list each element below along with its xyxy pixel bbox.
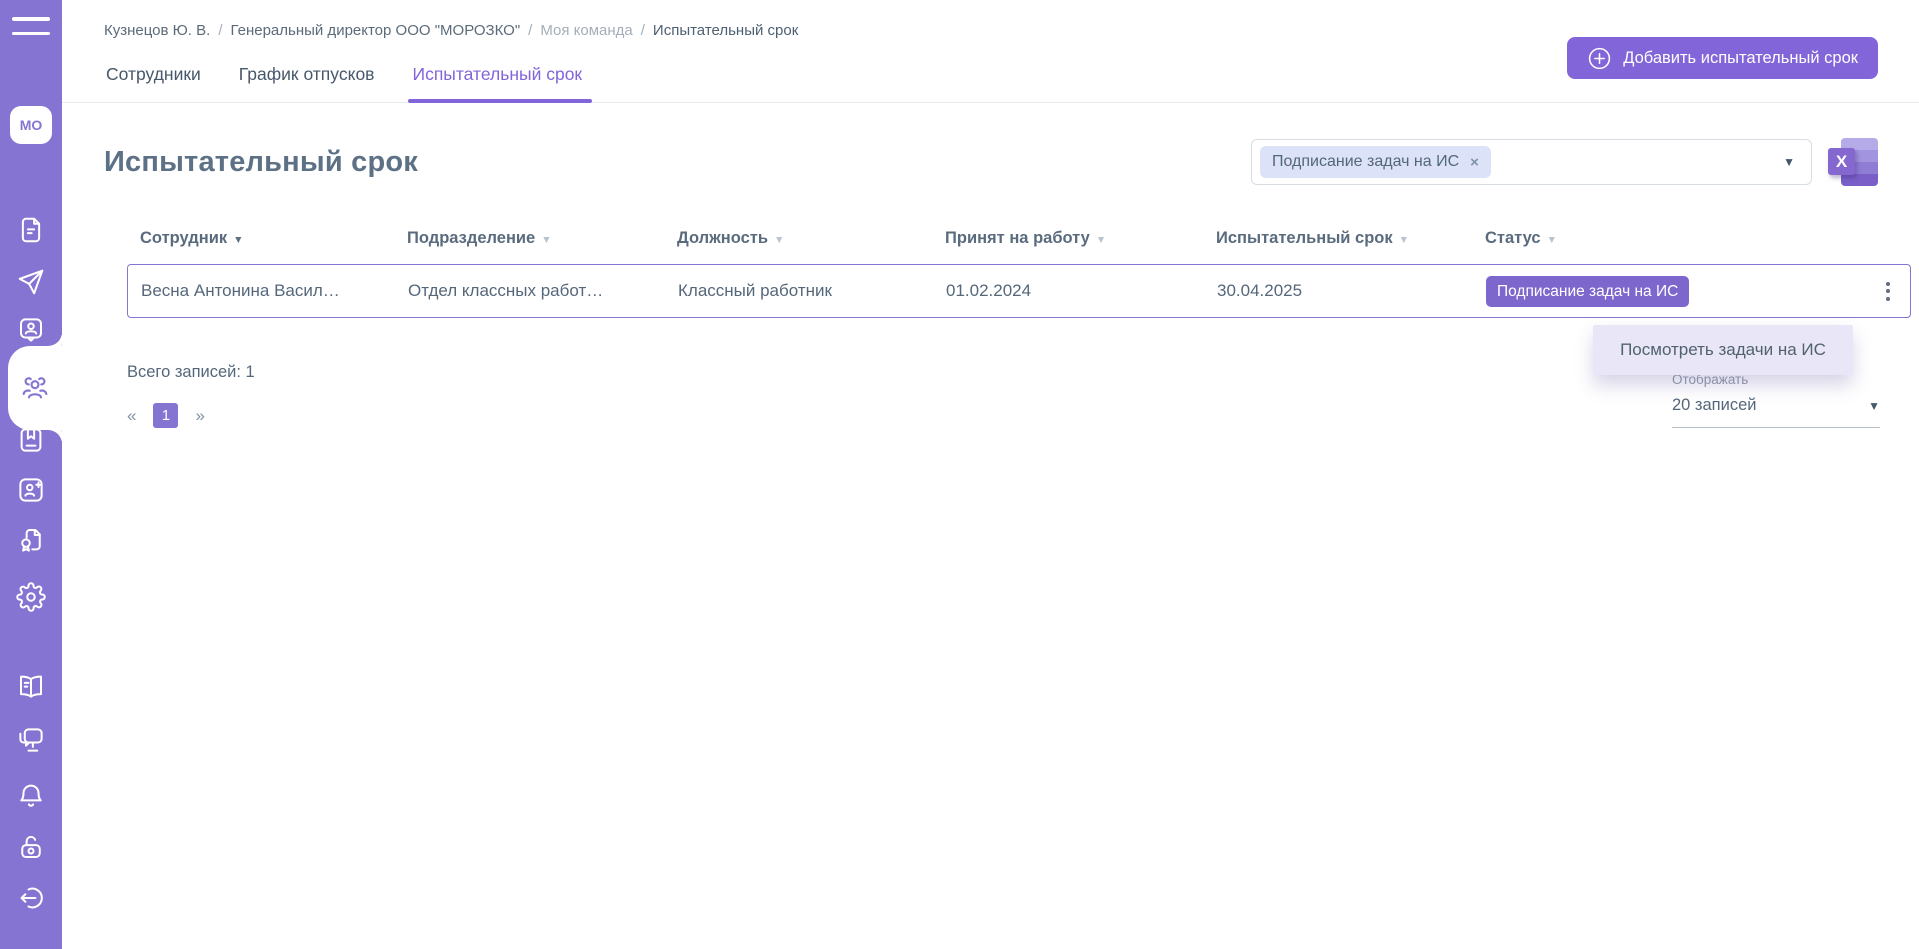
- cell-employee: Весна Антонина Васил…: [141, 281, 340, 300]
- avatar[interactable]: МО: [10, 106, 52, 144]
- sidebar-item-documents[interactable]: [16, 215, 46, 245]
- sidebar: МО: [0, 0, 62, 949]
- main-content: Кузнецов Ю. В. / Генеральный директор ОО…: [62, 0, 1919, 949]
- team-icon: [22, 377, 48, 399]
- page-size-select[interactable]: Отображать 20 записей ▼: [1672, 372, 1880, 428]
- filter-chip[interactable]: Подписание задач на ИС ×: [1260, 146, 1491, 178]
- row-context-menu: Посмотреть задачи на ИС: [1593, 325, 1853, 375]
- tab-employees[interactable]: Сотрудники: [104, 60, 203, 102]
- breadcrumb: Кузнецов Ю. В. / Генеральный директор ОО…: [104, 22, 799, 39]
- plus-circle-icon: [1589, 47, 1611, 69]
- pagination: « 1 »: [127, 403, 1919, 428]
- prev-page-button[interactable]: «: [127, 406, 136, 426]
- sidebar-item-add-user[interactable]: [16, 475, 46, 505]
- cell-position: Классный работник: [678, 281, 832, 300]
- column-header-department[interactable]: Подразделение ▼: [407, 229, 677, 248]
- probation-table: Сотрудник ▼ Подразделение ▼ Должность ▼ При…: [127, 212, 1911, 318]
- cell-hired-date: 01.02.2024: [946, 281, 1032, 300]
- sidebar-item-logout[interactable]: [16, 883, 46, 913]
- row-actions-button[interactable]: [1866, 276, 1910, 307]
- app-root: МО Кузнецов Ю. В. / Генеральный директор…: [0, 0, 1919, 949]
- add-user-icon: [19, 478, 43, 502]
- add-probation-button[interactable]: Добавить испытательный срок: [1567, 37, 1878, 79]
- cell-department: Отдел классных работ…: [408, 281, 604, 300]
- tab-vacation-schedule[interactable]: График отпусков: [237, 60, 377, 102]
- column-header-hired[interactable]: Принят на работу ▼: [945, 229, 1216, 248]
- sort-icon: ▼: [774, 233, 785, 246]
- status-filter-select[interactable]: Подписание задач на ИС × ▼: [1251, 139, 1812, 185]
- filter-chip-label: Подписание задач на ИС: [1272, 153, 1460, 170]
- header-controls: Подписание задач на ИС × ▼ X: [1251, 136, 1880, 188]
- column-header-position[interactable]: Должность ▼: [677, 229, 945, 248]
- excel-export-button[interactable]: X: [1828, 136, 1880, 188]
- sort-icon: ▼: [1095, 233, 1107, 246]
- breadcrumb-role[interactable]: Генеральный директор ООО "МОРОЗКО": [230, 22, 520, 39]
- page-header: Испытательный срок Подписание задач на И…: [62, 136, 1919, 188]
- sidebar-item-security[interactable]: [16, 832, 46, 862]
- community-icon: [19, 728, 43, 752]
- excel-x-icon: X: [1828, 148, 1855, 175]
- bell-icon: [20, 784, 42, 807]
- sidebar-item-notifications[interactable]: [16, 780, 46, 810]
- chevron-down-icon: ▼: [1783, 155, 1795, 169]
- menu-icon[interactable]: [12, 17, 50, 46]
- breadcrumb-my-team[interactable]: Моя команда: [540, 22, 632, 39]
- page-title: Испытательный срок: [104, 145, 419, 178]
- document-icon: [21, 217, 41, 243]
- tab-probation[interactable]: Испытательный срок: [408, 60, 592, 103]
- table-row[interactable]: Весна Антонина Васил… Отдел классных раб…: [127, 264, 1911, 318]
- sidebar-item-community[interactable]: [16, 725, 46, 755]
- book-bookmark-icon: [20, 428, 42, 452]
- sort-icon: ▼: [233, 233, 244, 246]
- column-header-employee[interactable]: Сотрудник ▼: [140, 229, 407, 248]
- sidebar-item-team[interactable]: [8, 346, 62, 430]
- sort-icon: ▼: [1546, 233, 1558, 246]
- sidebar-item-archive[interactable]: [16, 425, 46, 455]
- sort-icon: ▼: [1398, 233, 1410, 246]
- cell-probation-end: 30.04.2025: [1217, 281, 1303, 300]
- column-header-status[interactable]: Статус ▼: [1485, 229, 1867, 248]
- chip-close-icon[interactable]: ×: [1470, 154, 1479, 171]
- breadcrumb-user[interactable]: Кузнецов Ю. В.: [104, 22, 210, 39]
- logout-icon: [20, 887, 43, 909]
- certificate-icon: [21, 529, 41, 552]
- chevron-down-icon: ▼: [1868, 398, 1880, 413]
- next-page-button[interactable]: »: [195, 406, 204, 426]
- status-badge: Подписание задач на ИС: [1486, 276, 1690, 307]
- send-icon: [18, 269, 44, 295]
- add-probation-label: Добавить испытательный срок: [1623, 48, 1858, 67]
- open-book-icon: [20, 675, 42, 698]
- current-page[interactable]: 1: [153, 403, 179, 428]
- sidebar-item-settings[interactable]: [16, 582, 46, 612]
- lock-open-icon: [21, 836, 41, 858]
- table-header-row: Сотрудник ▼ Подразделение ▼ Должность ▼ При…: [127, 212, 1911, 264]
- sidebar-item-certificates[interactable]: [16, 525, 46, 555]
- menu-item-view-tasks[interactable]: Посмотреть задачи на ИС: [1593, 325, 1853, 375]
- sidebar-item-send[interactable]: [16, 267, 46, 297]
- column-header-probation[interactable]: Испытательный срок ▼: [1216, 229, 1485, 248]
- sidebar-item-knowledge[interactable]: [16, 671, 46, 701]
- sort-icon: ▼: [541, 233, 552, 246]
- page-size-value: 20 записей: [1672, 396, 1757, 414]
- breadcrumb-current: Испытательный срок: [652, 22, 799, 39]
- gear-icon: [16, 582, 46, 612]
